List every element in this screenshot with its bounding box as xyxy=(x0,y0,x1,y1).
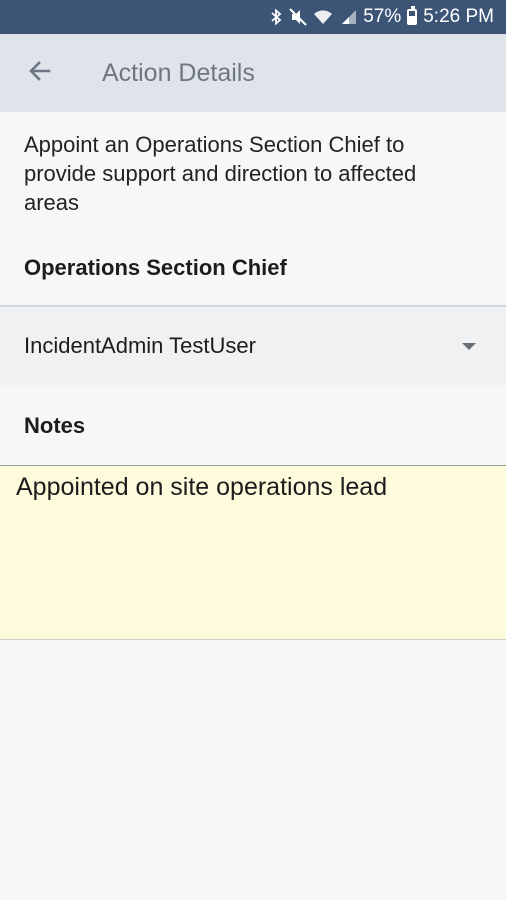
action-description-section: Appoint an Operations Section Chief to p… xyxy=(0,112,506,307)
clock-time: 5:26 PM xyxy=(423,6,494,27)
app-bar: Action Details xyxy=(0,34,506,112)
role-label: Operations Section Chief xyxy=(24,255,287,280)
notes-text: Appointed on site operations lead xyxy=(16,473,388,501)
arrow-left-icon xyxy=(27,58,53,89)
mute-icon xyxy=(289,8,307,26)
notes-header: Notes xyxy=(0,385,506,465)
wifi-icon xyxy=(313,9,333,25)
assignee-dropdown[interactable]: IncidentAdmin TestUser xyxy=(0,307,506,385)
notes-label: Notes xyxy=(24,413,86,438)
signal-icon xyxy=(339,9,357,25)
page-title: Action Details xyxy=(102,58,255,87)
bluetooth-icon xyxy=(269,8,283,26)
notes-field[interactable]: Appointed on site operations lead xyxy=(0,465,506,640)
assignee-selected-value: IncidentAdmin TestUser xyxy=(24,333,256,358)
battery-icon xyxy=(407,6,418,25)
action-description: Appoint an Operations Section Chief to p… xyxy=(24,132,417,215)
caret-down-icon xyxy=(462,342,476,350)
battery-percent: 57% xyxy=(363,6,402,27)
status-bar: 57% 5:26 PM xyxy=(0,0,506,34)
back-button[interactable] xyxy=(12,45,68,101)
